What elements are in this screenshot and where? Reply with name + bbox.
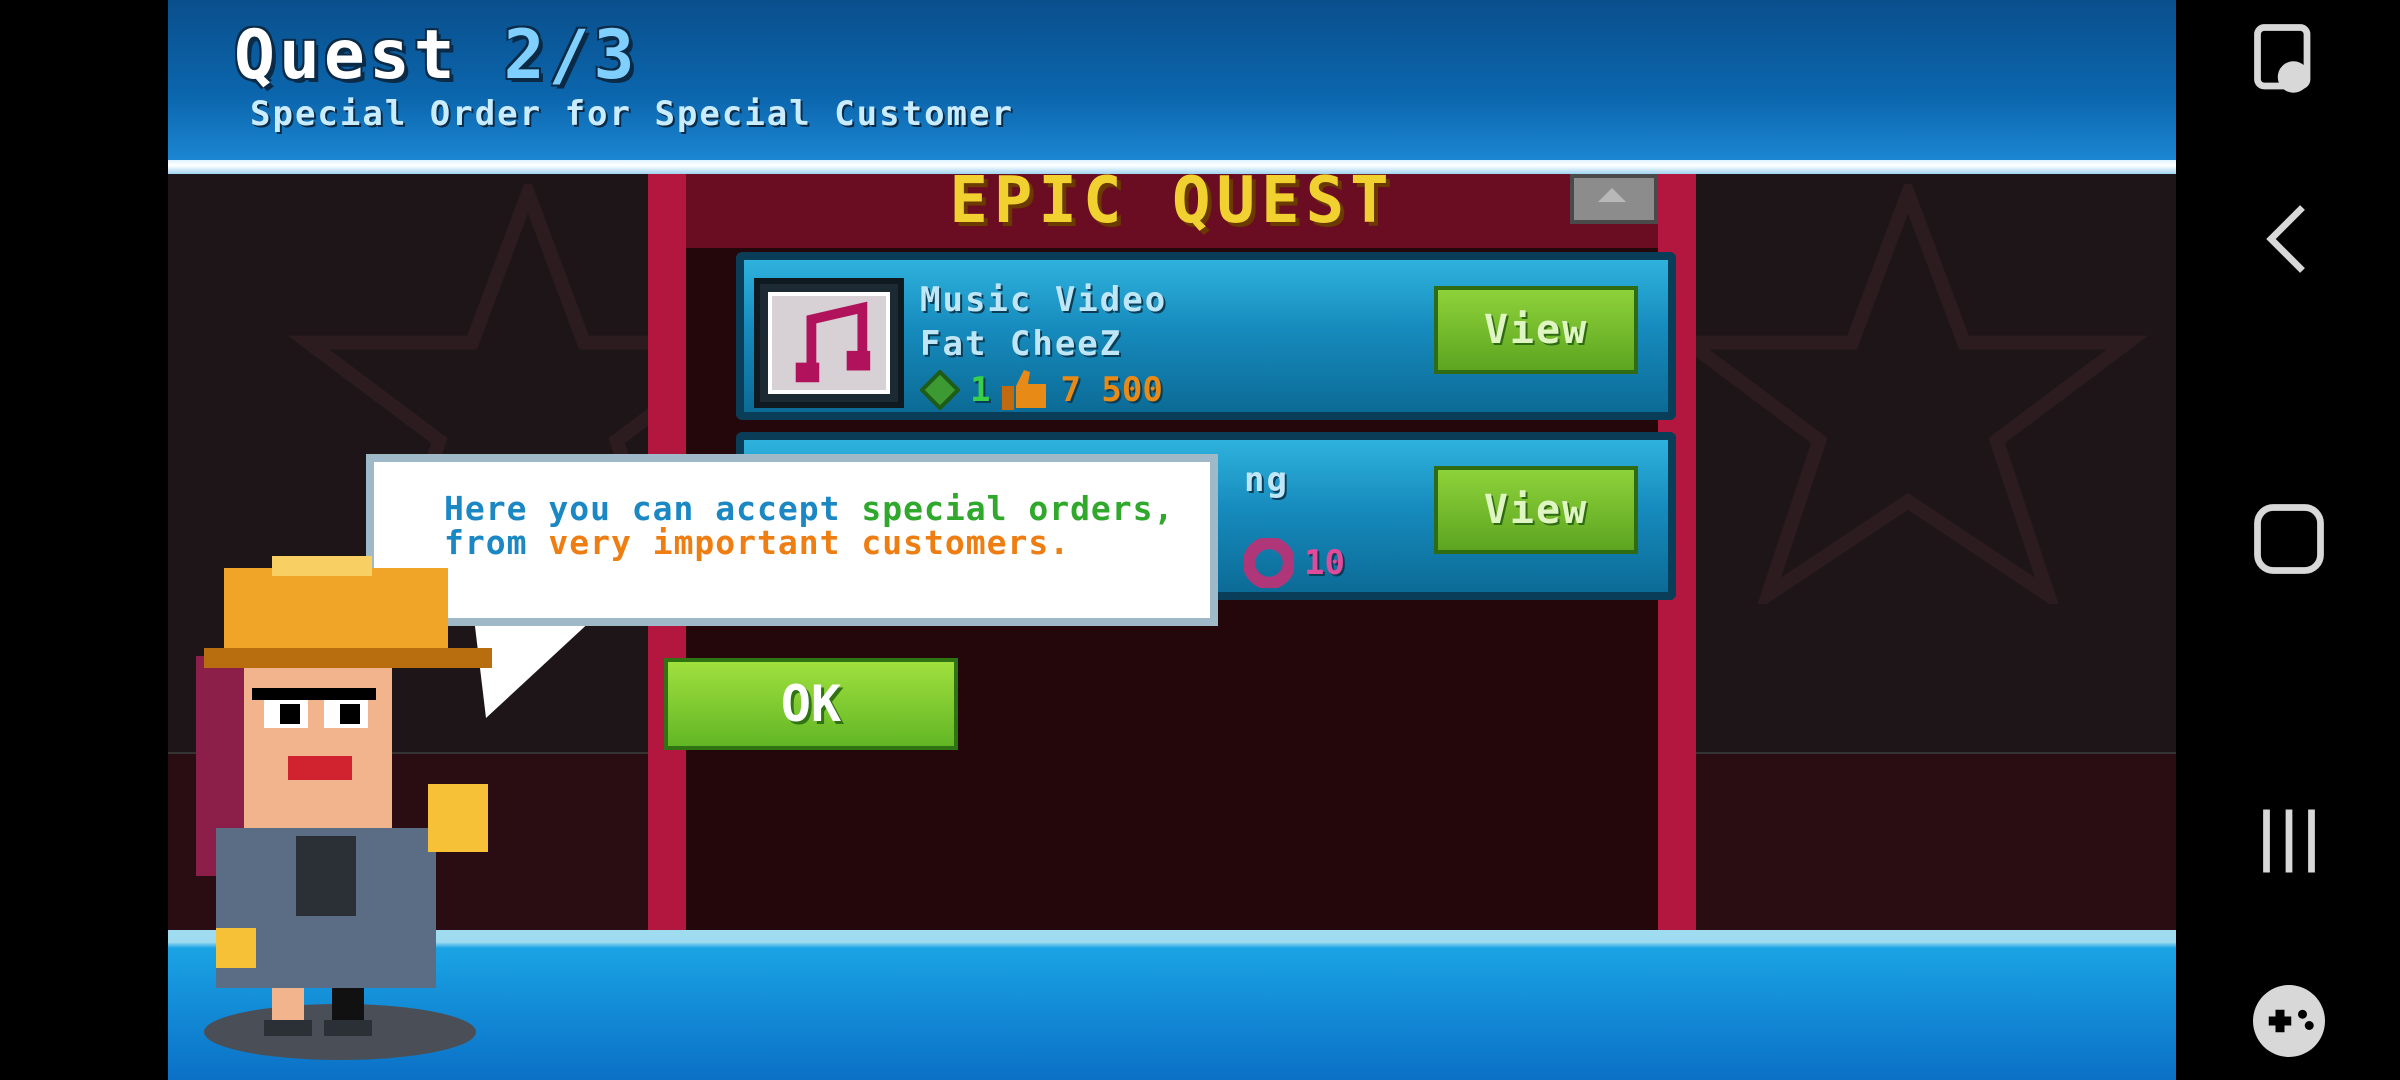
game-tools-icon[interactable] bbox=[2244, 976, 2334, 1066]
collapse-button[interactable] bbox=[1570, 174, 1658, 224]
reward-cash: 1 bbox=[970, 370, 991, 410]
quest-name: ng bbox=[1244, 460, 1289, 500]
back-icon[interactable] bbox=[2244, 194, 2334, 284]
quest-row[interactable]: Music Video Fat CheeZ 1 7 500 View bbox=[736, 252, 1676, 420]
quest-name: Music Video bbox=[920, 280, 1168, 320]
quest-title: Quest 2/3 bbox=[234, 16, 638, 95]
game-screen: EPIC QUEST Music Video Fat CheeZ 1 7 500… bbox=[168, 0, 2176, 1080]
recent-apps-icon[interactable] bbox=[2244, 796, 2334, 886]
donut-icon bbox=[1244, 538, 1294, 588]
tutorial-text-part: customers. bbox=[861, 523, 1071, 562]
quest-rewards: 1 7 500 bbox=[920, 368, 1163, 412]
top-banner: Quest 2/3 Special Order for Special Cust… bbox=[168, 0, 2176, 174]
quest-progress: 2/3 bbox=[503, 16, 639, 95]
quest-rewards: 10 bbox=[1244, 538, 1345, 588]
panel-title: EPIC QUEST bbox=[949, 164, 1395, 238]
quest-client: Fat CheeZ bbox=[920, 324, 1123, 364]
android-nav-bar bbox=[2176, 0, 2400, 1080]
view-button[interactable]: View bbox=[1434, 286, 1638, 374]
quest-subtitle: Special Order for Special Customer bbox=[250, 94, 1014, 134]
cash-icon bbox=[920, 370, 960, 410]
screen-touch-lock-icon[interactable] bbox=[2244, 14, 2334, 104]
banner-stripe bbox=[168, 160, 2176, 174]
manager-character bbox=[196, 556, 492, 1060]
home-icon[interactable] bbox=[2244, 494, 2334, 584]
music-note-icon bbox=[795, 301, 871, 383]
thumbs-up-icon bbox=[1002, 370, 1047, 410]
tutorial-text: Here you can accept special orders, from… bbox=[444, 492, 1184, 560]
quest-thumbnail bbox=[754, 278, 904, 408]
panel-header: EPIC QUEST bbox=[686, 164, 1658, 248]
reward-fans: 10 bbox=[1304, 543, 1345, 583]
view-button[interactable]: View bbox=[1434, 466, 1638, 554]
ok-button[interactable]: OK bbox=[664, 658, 958, 750]
reward-likes: 7 500 bbox=[1060, 370, 1163, 410]
quest-label: Quest bbox=[234, 16, 459, 95]
background-star-right bbox=[1668, 184, 2148, 604]
